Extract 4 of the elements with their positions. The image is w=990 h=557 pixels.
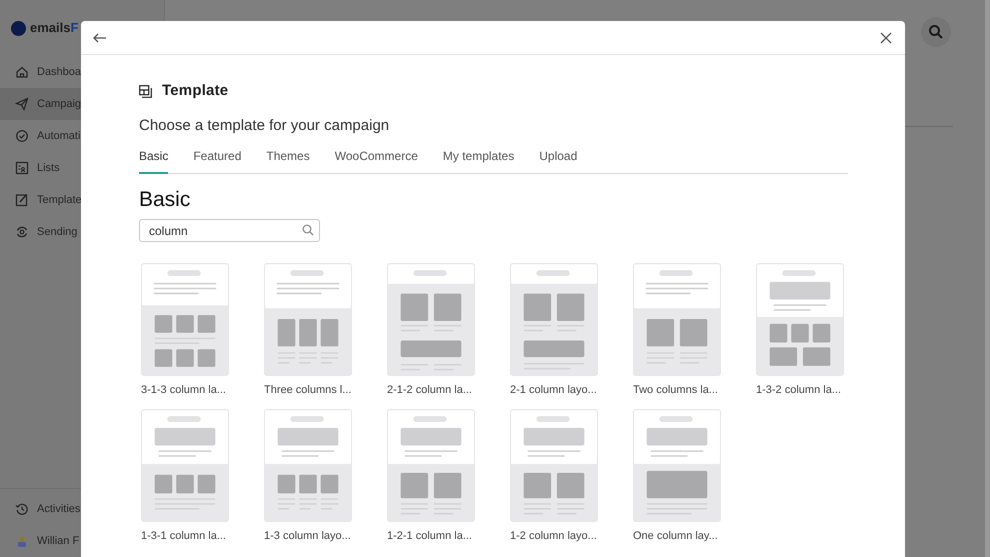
dialog-subtitle: Choose a template for your campaign: [139, 116, 390, 136]
section-heading: Basic: [139, 186, 192, 212]
logo-text: emailsF: [30, 19, 78, 38]
dialog-title: Template: [162, 80, 228, 101]
